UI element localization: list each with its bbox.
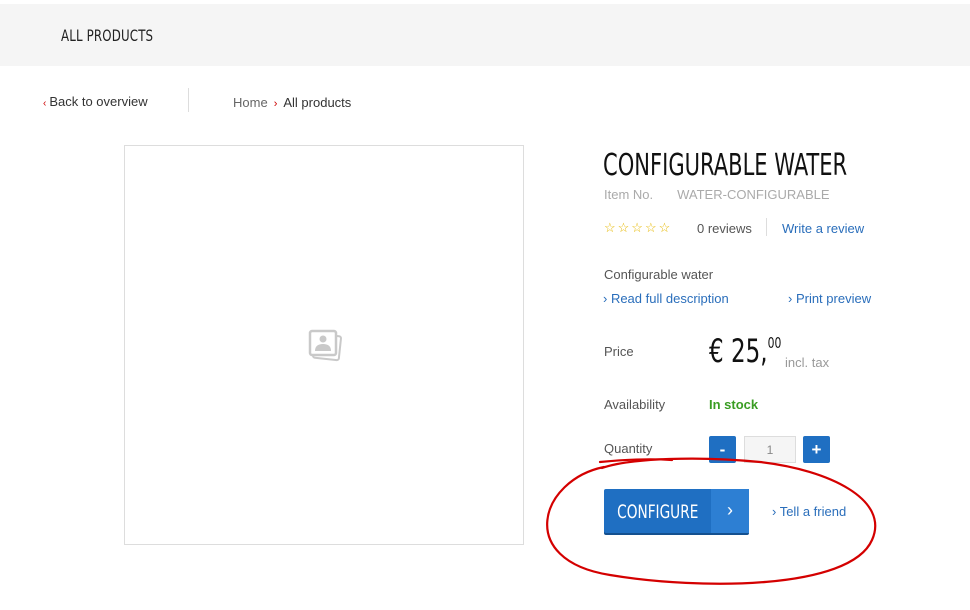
divider [766,218,767,236]
chevron-left-icon: ‹ [43,98,47,109]
price-main: € 25, [709,332,768,370]
product-image[interactable] [124,145,524,545]
back-to-overview-link[interactable]: ‹ Back to overview [43,94,148,109]
short-description: Configurable water [604,267,714,282]
price-tax-note: incl. tax [785,355,830,370]
quantity-label: Quantity [604,441,653,456]
quantity-decrease-button[interactable]: - [709,436,736,463]
page-title: ALL PRODUCTS [61,26,154,45]
configure-label: CONFIGURE [604,501,712,523]
breadcrumb-separator-icon: › [273,98,278,110]
breadcrumb-all-products[interactable]: All products [283,95,351,110]
review-count: 0 reviews [697,221,752,236]
write-review-link[interactable]: Write a review [782,221,864,236]
back-label: Back to overview [49,94,148,109]
quantity-increase-button[interactable]: + [803,436,830,463]
quantity-input[interactable] [744,436,796,463]
image-placeholder-icon [308,329,342,362]
price-value: € 25,00 [709,332,781,370]
breadcrumb-home[interactable]: Home [233,95,268,110]
top-bar: ALL PRODUCTS [0,4,970,66]
item-number: Item No. WATER-CONFIGURABLE [604,187,830,202]
divider [188,88,189,112]
price-cents: 00 [767,334,782,352]
configure-button[interactable]: CONFIGURE › [604,489,749,533]
chevron-right-icon: › [711,489,749,533]
availability-label: Availability [604,397,666,412]
item-number-value: WATER-CONFIGURABLE [677,187,830,202]
read-full-description-link[interactable]: › Read full description [603,291,729,306]
price-label: Price [604,344,634,359]
product-title: CONFIGURABLE WATER [603,148,848,183]
availability-status: In stock [709,397,759,412]
configure-label-text: CONFIGURE [617,501,699,523]
rating-stars-icon[interactable]: ☆☆☆☆☆ [604,220,672,236]
tell-a-friend-link[interactable]: › Tell a friend [772,504,846,519]
item-number-label: Item No. [604,187,654,202]
print-preview-link[interactable]: › Print preview [788,291,871,306]
breadcrumb: Home › All products [233,95,351,110]
